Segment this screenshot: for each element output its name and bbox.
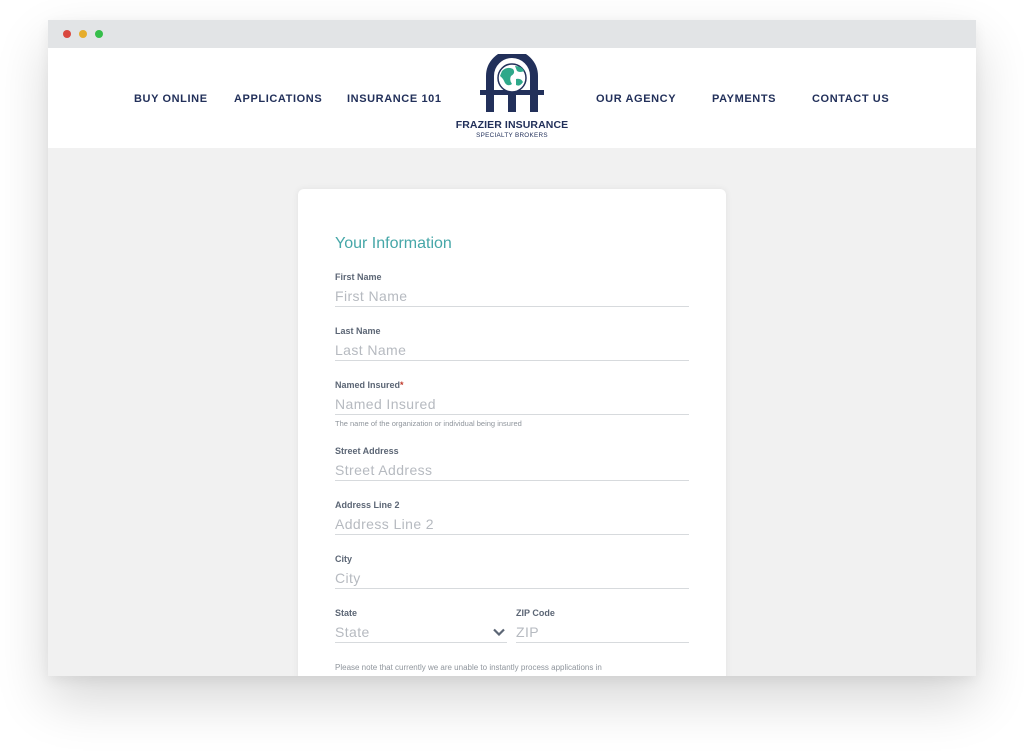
named-insured-help: The name of the organization or individu… — [335, 419, 522, 428]
nav-applications[interactable]: APPLICATIONS — [234, 93, 322, 105]
logo-name: FRAZIER INSURANCE — [455, 119, 569, 131]
application-notice: Please note that currently we are unable… — [335, 663, 602, 672]
last-name-input[interactable] — [335, 339, 689, 361]
street-address-input[interactable] — [335, 459, 689, 481]
first-name-field: First Name — [335, 271, 689, 307]
street-address-field: Street Address — [335, 445, 689, 481]
first-name-label: First Name — [335, 272, 382, 282]
state-label: State — [335, 608, 358, 618]
address-line-2-label: Address Line 2 — [335, 500, 400, 510]
first-name-input[interactable] — [335, 285, 689, 307]
required-marker: * — [400, 380, 404, 390]
named-insured-label: Named Insured* — [335, 379, 689, 391]
browser-window: BUY ONLINE APPLICATIONS INSURANCE 101 FR… — [48, 20, 976, 676]
site-logo[interactable]: FRAZIER INSURANCE SPECIALTY BROKERS — [452, 54, 572, 144]
maximize-window-button[interactable] — [95, 30, 103, 38]
zip-code-input[interactable] — [516, 621, 689, 643]
city-field: City — [335, 553, 689, 589]
address-line-2-input[interactable] — [335, 513, 689, 535]
logo-tagline: SPECIALTY BROKERS — [476, 132, 548, 139]
globe-emblem-icon — [480, 54, 544, 112]
nav-payments[interactable]: PAYMENTS — [712, 93, 776, 105]
last-name-field: Last Name — [335, 325, 689, 361]
named-insured-field: Named Insured* The name of the organizat… — [335, 379, 689, 428]
state-select[interactable]: State — [335, 621, 507, 643]
title-bar — [48, 20, 976, 48]
nav-contact-us[interactable]: CONTACT US — [812, 93, 889, 105]
city-input[interactable] — [335, 567, 689, 589]
street-address-label: Street Address — [335, 446, 399, 456]
section-title: Your Information — [335, 235, 452, 252]
state-field: State State — [335, 607, 507, 643]
named-insured-input[interactable] — [335, 393, 689, 415]
nav-insurance-101[interactable]: INSURANCE 101 — [347, 93, 442, 105]
nav-our-agency[interactable]: OUR AGENCY — [596, 93, 676, 105]
last-name-label: Last Name — [335, 326, 381, 336]
site-header: BUY ONLINE APPLICATIONS INSURANCE 101 FR… — [48, 48, 976, 148]
nav-buy-online[interactable]: BUY ONLINE — [134, 93, 208, 105]
zip-code-label: ZIP Code — [516, 608, 555, 618]
close-window-button[interactable] — [63, 30, 71, 38]
minimize-window-button[interactable] — [79, 30, 87, 38]
state-select-wrap: State — [335, 621, 507, 643]
application-form-card: Your Information First Name Last Name Na… — [298, 189, 726, 676]
zip-code-field: ZIP Code — [516, 607, 689, 643]
city-label: City — [335, 554, 353, 564]
named-insured-label-text: Named Insured — [335, 380, 401, 390]
address-line-2-field: Address Line 2 — [335, 499, 689, 535]
